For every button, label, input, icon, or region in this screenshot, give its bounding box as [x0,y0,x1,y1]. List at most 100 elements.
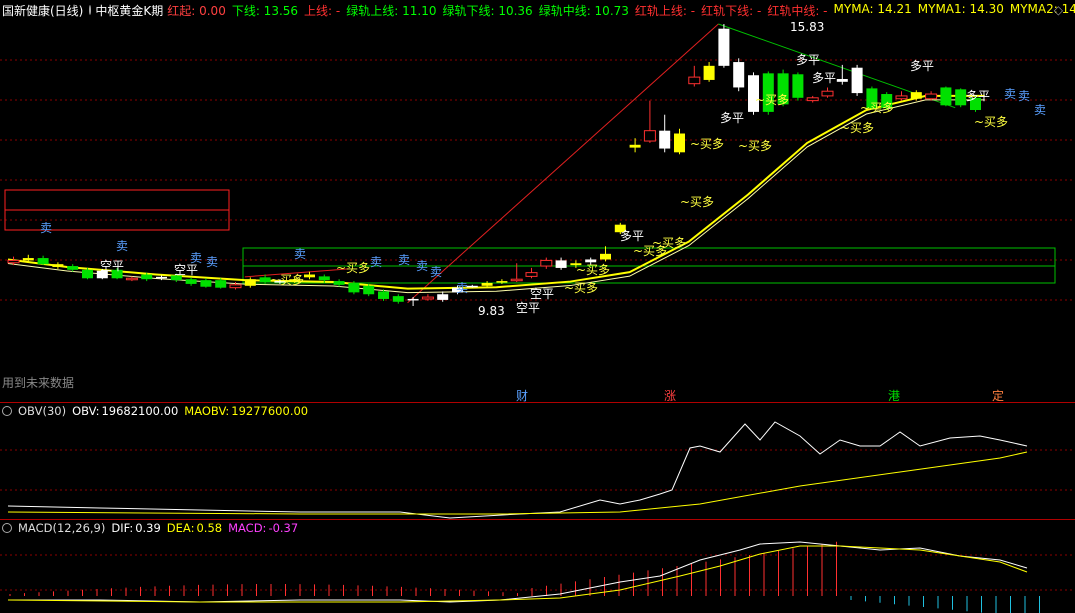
sell-signal-9: 卖 [456,281,468,295]
candle [392,294,404,304]
flat-short-signal-2: 空平 [530,287,554,301]
maobv-value: 19277600.00 [231,404,309,418]
candle [333,279,345,287]
low-price-label: 9.83 [478,304,505,318]
obv-value: 19682100.00 [101,404,179,418]
candle-body [925,93,938,100]
flat-long-signal-3: 多平 [812,71,836,85]
candle-body [421,296,434,300]
candle-body [510,278,523,282]
buy-long-signal-5: ~买多 [652,236,686,250]
sell-signal-8: 卖 [430,265,442,279]
macd-value: -0.37 [268,521,299,535]
candle-body [407,298,419,301]
candle [37,255,49,266]
candle-body [733,62,745,88]
candle [540,257,553,269]
macd-name[interactable]: MACD(12,26,9) [18,521,105,535]
candle [555,257,567,270]
dea-value: 0.58 [196,521,223,535]
candle-body [703,65,715,80]
sell-signal-4: 卖 [294,247,306,261]
buy-long-signal-6: ~买多 [680,195,714,209]
candle-body [229,284,242,289]
buy-long-signal-1: ~买多 [336,261,370,275]
candle [674,128,685,155]
candle-body [955,89,967,106]
buy-long-signal-2: ~买多 [564,281,598,295]
candle-body [895,95,908,100]
maobv-line [7,451,1028,515]
candle [525,267,538,279]
candle-body [304,274,315,278]
candle-body [22,258,34,261]
candle-body [363,285,375,295]
candle-body [378,291,389,299]
candle-body [7,259,20,264]
candle-body [836,78,848,82]
candle-body [156,276,167,279]
candle-body [333,281,345,285]
candle-body [910,92,922,99]
candle [792,72,804,101]
flat-short-signal-0: 空平 [100,259,124,273]
dif-line [8,541,1028,603]
obv-name[interactable]: OBV(30) [18,404,66,418]
flat-short-signal-1: 空平 [174,263,198,277]
candle-body [82,269,93,279]
flat-short-signal-3: 空平 [516,301,540,315]
candle-body [718,28,730,66]
candle-body [215,280,227,288]
sell-signal-7: 卖 [416,259,428,273]
obv-label: OBV: [72,404,100,418]
candle [304,271,315,280]
candle-body [806,97,819,102]
candle-body [392,296,404,302]
candle [348,281,360,295]
candle [851,64,863,96]
flat-long-signal-5: 多平 [966,89,990,103]
candle-body [318,276,330,281]
sell-signal-12: 卖 [1034,103,1046,117]
candle [52,262,64,269]
candle-body [525,272,538,277]
buy-long-signal-8: ~买多 [738,139,772,153]
candle-body [555,260,567,268]
candle-body [821,90,834,97]
sell-signal-6: 卖 [398,253,410,267]
flat-long-signal-4: 多平 [910,59,934,73]
buy-long-signal-9: ~买多 [755,93,789,107]
candle-body [437,294,449,300]
myma1-line [7,99,985,294]
future-data-note: 用到未来数据 [2,376,75,390]
candle [940,86,952,107]
sell-signal-0: 卖 [40,221,52,235]
candle-body [348,282,360,293]
candle [718,24,730,68]
candle-body [466,285,478,288]
candle-body [52,264,64,267]
candle-body [259,277,271,283]
candle-body [37,258,49,265]
sell-signal-2: 卖 [190,251,202,265]
candle-body [851,67,863,94]
candle [955,88,967,108]
gear-icon[interactable] [2,406,12,416]
candle-body [496,281,508,283]
candle [200,278,212,288]
candle-body [643,130,656,142]
candle-body [125,277,138,281]
candle [821,87,834,98]
gear-icon[interactable] [2,523,12,533]
candle-body [688,76,701,85]
flat-long-signal-1: 多平 [720,111,744,125]
macd-panel-title: MACD(12,26,9) DIF: 0.39 DEA: 0.58 MACD: … [2,520,304,536]
flat-long-signal-0: 多平 [620,229,644,243]
candle [22,254,34,262]
candle [600,246,611,262]
candle-body [481,282,493,286]
candle-body [585,259,597,263]
candle-body [185,279,197,284]
buy-long-signal-11: ~买多 [860,101,894,115]
candle [836,64,848,85]
